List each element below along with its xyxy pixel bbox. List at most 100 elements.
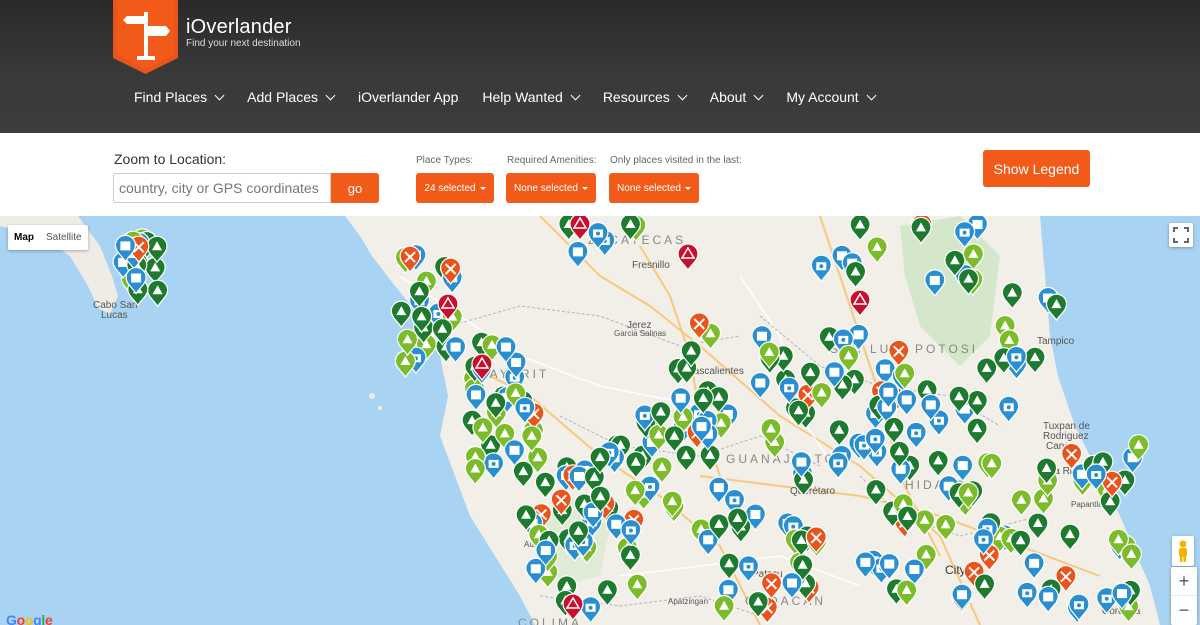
nav-my-account[interactable]: My Account bbox=[786, 86, 877, 108]
amenities-select[interactable]: None selected bbox=[506, 173, 596, 203]
amenities-label: Required Amenities: bbox=[507, 155, 597, 166]
brand[interactable]: iOverlander Find your next destination bbox=[186, 16, 301, 50]
place-marker-hotel[interactable] bbox=[781, 571, 803, 600]
place-marker-camp[interactable] bbox=[626, 573, 648, 602]
place-marker-camp[interactable] bbox=[147, 279, 169, 308]
place-marker-photo[interactable] bbox=[810, 254, 832, 283]
location-search-input[interactable] bbox=[113, 173, 331, 203]
zoom-in-button[interactable]: + bbox=[1171, 567, 1197, 596]
place-marker-camp[interactable] bbox=[144, 256, 166, 285]
map-type-map-button[interactable]: Map bbox=[8, 225, 40, 250]
place-marker-camp[interactable] bbox=[935, 513, 957, 542]
place-marker-camp[interactable] bbox=[828, 419, 850, 447]
nav-label: Find Places bbox=[134, 89, 208, 105]
brand-name: iOverlander bbox=[186, 16, 292, 38]
place-marker-camp[interactable] bbox=[596, 579, 619, 607]
map-canvas[interactable]: ZACATECAS NAYARIT GUANAJUATO CHOACAN SAN… bbox=[0, 216, 1200, 625]
fullscreen-button[interactable] bbox=[1169, 223, 1193, 247]
zoom-out-button[interactable]: − bbox=[1171, 596, 1197, 625]
place-marker-camp[interactable] bbox=[844, 260, 867, 289]
amenities-value: None selected bbox=[514, 182, 578, 194]
place-marker-photo[interactable] bbox=[483, 452, 505, 480]
place-marker-camp[interactable] bbox=[973, 573, 996, 601]
place-marker-camp[interactable] bbox=[1010, 489, 1033, 517]
nav-find-places[interactable]: Find Places bbox=[134, 86, 225, 108]
site-header: iOverlander Find your next destination F… bbox=[0, 0, 1200, 133]
place-marker-warning[interactable] bbox=[849, 289, 871, 318]
place-marker-camp[interactable] bbox=[619, 544, 642, 572]
zoom-label: Zoom to Location: bbox=[114, 151, 227, 167]
nav-app[interactable]: iOverlander App bbox=[358, 86, 458, 108]
nav-help-wanted[interactable]: Help Wanted bbox=[482, 86, 581, 108]
chevron-down-icon bbox=[753, 90, 764, 100]
brand-tagline: Find your next destination bbox=[186, 38, 301, 49]
nav-add-places[interactable]: Add Places bbox=[247, 86, 336, 108]
nav-about[interactable]: About bbox=[710, 86, 764, 108]
place-marker-camp[interactable] bbox=[866, 236, 888, 264]
nav-resources[interactable]: Resources bbox=[603, 86, 688, 108]
street-view-pegman[interactable] bbox=[1172, 536, 1194, 566]
place-marker-camp[interactable] bbox=[883, 416, 905, 445]
place-marker-photo[interactable] bbox=[1016, 581, 1038, 610]
place-marker-camp[interactable] bbox=[865, 478, 887, 507]
place-marker-camp[interactable] bbox=[1001, 282, 1023, 310]
place-marker-camp[interactable] bbox=[976, 357, 998, 385]
place-marker-photo[interactable] bbox=[905, 421, 927, 450]
place-marker-camp[interactable] bbox=[699, 444, 721, 472]
place-marker-camp[interactable] bbox=[390, 300, 412, 329]
place-marker-hotel[interactable] bbox=[749, 371, 771, 400]
place-marker-hotel[interactable] bbox=[951, 583, 973, 612]
place-marker-camp[interactable] bbox=[464, 457, 486, 486]
place-marker-photo[interactable] bbox=[827, 451, 849, 480]
place-marker-hotel[interactable] bbox=[924, 269, 946, 297]
place-marker-warning[interactable] bbox=[677, 243, 699, 272]
place-marker-camp[interactable] bbox=[927, 449, 949, 478]
place-types-value: 24 selected bbox=[424, 182, 476, 194]
place-marker-warning[interactable] bbox=[569, 216, 591, 242]
main-nav: Find Places Add Places iOverlander App H… bbox=[134, 86, 899, 108]
place-marker-photo[interactable] bbox=[737, 555, 760, 583]
place-types-select[interactable]: 24 selected bbox=[416, 173, 494, 203]
google-logo: Google bbox=[6, 612, 53, 625]
place-marker-camp[interactable] bbox=[675, 444, 697, 473]
nav-label: Help Wanted bbox=[482, 89, 563, 105]
place-marker-hotel[interactable] bbox=[896, 388, 918, 417]
place-marker-camp[interactable] bbox=[1059, 523, 1081, 552]
place-marker-camp[interactable] bbox=[966, 417, 988, 446]
chevron-down-icon bbox=[214, 90, 225, 100]
place-marker-camp[interactable] bbox=[1009, 529, 1032, 558]
caret-down-icon bbox=[479, 186, 486, 190]
logo[interactable] bbox=[113, 0, 178, 74]
place-marker-hotel[interactable] bbox=[567, 240, 589, 269]
place-marker-camp[interactable] bbox=[1120, 543, 1143, 572]
place-marker-camp[interactable] bbox=[811, 381, 833, 410]
nav-label: iOverlander App bbox=[357, 89, 459, 105]
place-marker-photo[interactable] bbox=[998, 395, 1020, 424]
visited-select[interactable]: None selected bbox=[609, 173, 699, 203]
place-marker-camp[interactable] bbox=[1045, 293, 1068, 322]
place-marker-hotel[interactable] bbox=[952, 454, 974, 483]
place-marker-camp[interactable] bbox=[1027, 512, 1049, 541]
place-marker-photo[interactable] bbox=[579, 596, 602, 624]
place-marker-camp[interactable] bbox=[849, 216, 871, 242]
place-marker-camp[interactable] bbox=[896, 579, 918, 608]
place-marker-camp[interactable] bbox=[713, 595, 735, 623]
place-marker-camp[interactable] bbox=[625, 451, 647, 479]
chevron-down-icon bbox=[325, 90, 336, 100]
place-marker-hotel[interactable] bbox=[1023, 552, 1045, 580]
caret-down-icon bbox=[684, 186, 691, 190]
place-marker-hotel[interactable] bbox=[465, 383, 487, 412]
place-marker-camp[interactable] bbox=[1024, 346, 1046, 375]
place-marker-camp[interactable] bbox=[394, 350, 416, 379]
zoom-control: + − bbox=[1171, 567, 1197, 625]
pegman-icon bbox=[1179, 540, 1187, 562]
map-type-satellite-button[interactable]: Satellite bbox=[40, 225, 88, 250]
place-marker-camp[interactable] bbox=[512, 460, 534, 489]
place-marker-camp[interactable] bbox=[718, 552, 740, 581]
place-marker-hotel[interactable] bbox=[1037, 585, 1059, 614]
place-markers[interactable] bbox=[0, 216, 1200, 625]
show-legend-button[interactable]: Show Legend bbox=[983, 150, 1090, 187]
go-button[interactable]: go bbox=[331, 173, 379, 203]
place-marker-camp[interactable] bbox=[910, 216, 932, 245]
filter-toolbar: Zoom to Location: go Place Types: 24 sel… bbox=[0, 133, 1200, 216]
